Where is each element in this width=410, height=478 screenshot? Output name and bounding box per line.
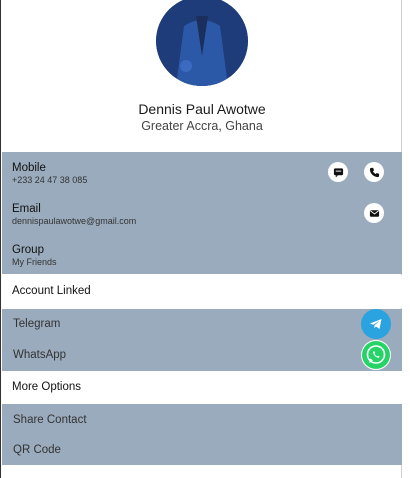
contact-name: Dennis Paul Awotwe xyxy=(138,101,266,117)
account-linked-header: Account Linked xyxy=(2,275,402,308)
phone-icon[interactable] xyxy=(364,162,384,182)
account-linked-label: Account Linked xyxy=(12,285,91,297)
group-label: Group xyxy=(12,244,44,256)
contact-location: Greater Accra, Ghana xyxy=(141,119,263,133)
email-label: Email xyxy=(12,203,41,215)
qr-code-option[interactable]: QR Code xyxy=(13,444,61,456)
mail-icon[interactable] xyxy=(364,203,384,223)
contact-detail-screen: Dennis Paul Awotwe Greater Accra, Ghana … xyxy=(0,0,402,478)
telegram-icon[interactable] xyxy=(361,309,391,339)
accounts-panel: Telegram WhatsApp xyxy=(2,309,402,371)
avatar xyxy=(156,0,248,86)
more-options-header: More Options xyxy=(2,371,402,404)
telegram-label[interactable]: Telegram xyxy=(13,318,60,330)
more-options-label: More Options xyxy=(12,381,82,393)
email-value: dennispaulawotwe@gmail.com xyxy=(12,216,137,226)
whatsapp-icon[interactable] xyxy=(361,340,391,370)
share-contact-option[interactable]: Share Contact xyxy=(13,414,87,426)
contact-info-panel: Mobile +233 24 47 38 085 Email dennispau… xyxy=(2,152,402,274)
message-icon[interactable] xyxy=(328,162,348,182)
group-value: My Friends xyxy=(12,257,57,267)
email-row[interactable]: Email dennispaulawotwe@gmail.com xyxy=(12,203,402,226)
group-row[interactable]: Group My Friends xyxy=(12,244,402,267)
options-panel: Share Contact QR Code xyxy=(2,404,402,465)
whatsapp-label[interactable]: WhatsApp xyxy=(13,349,66,361)
